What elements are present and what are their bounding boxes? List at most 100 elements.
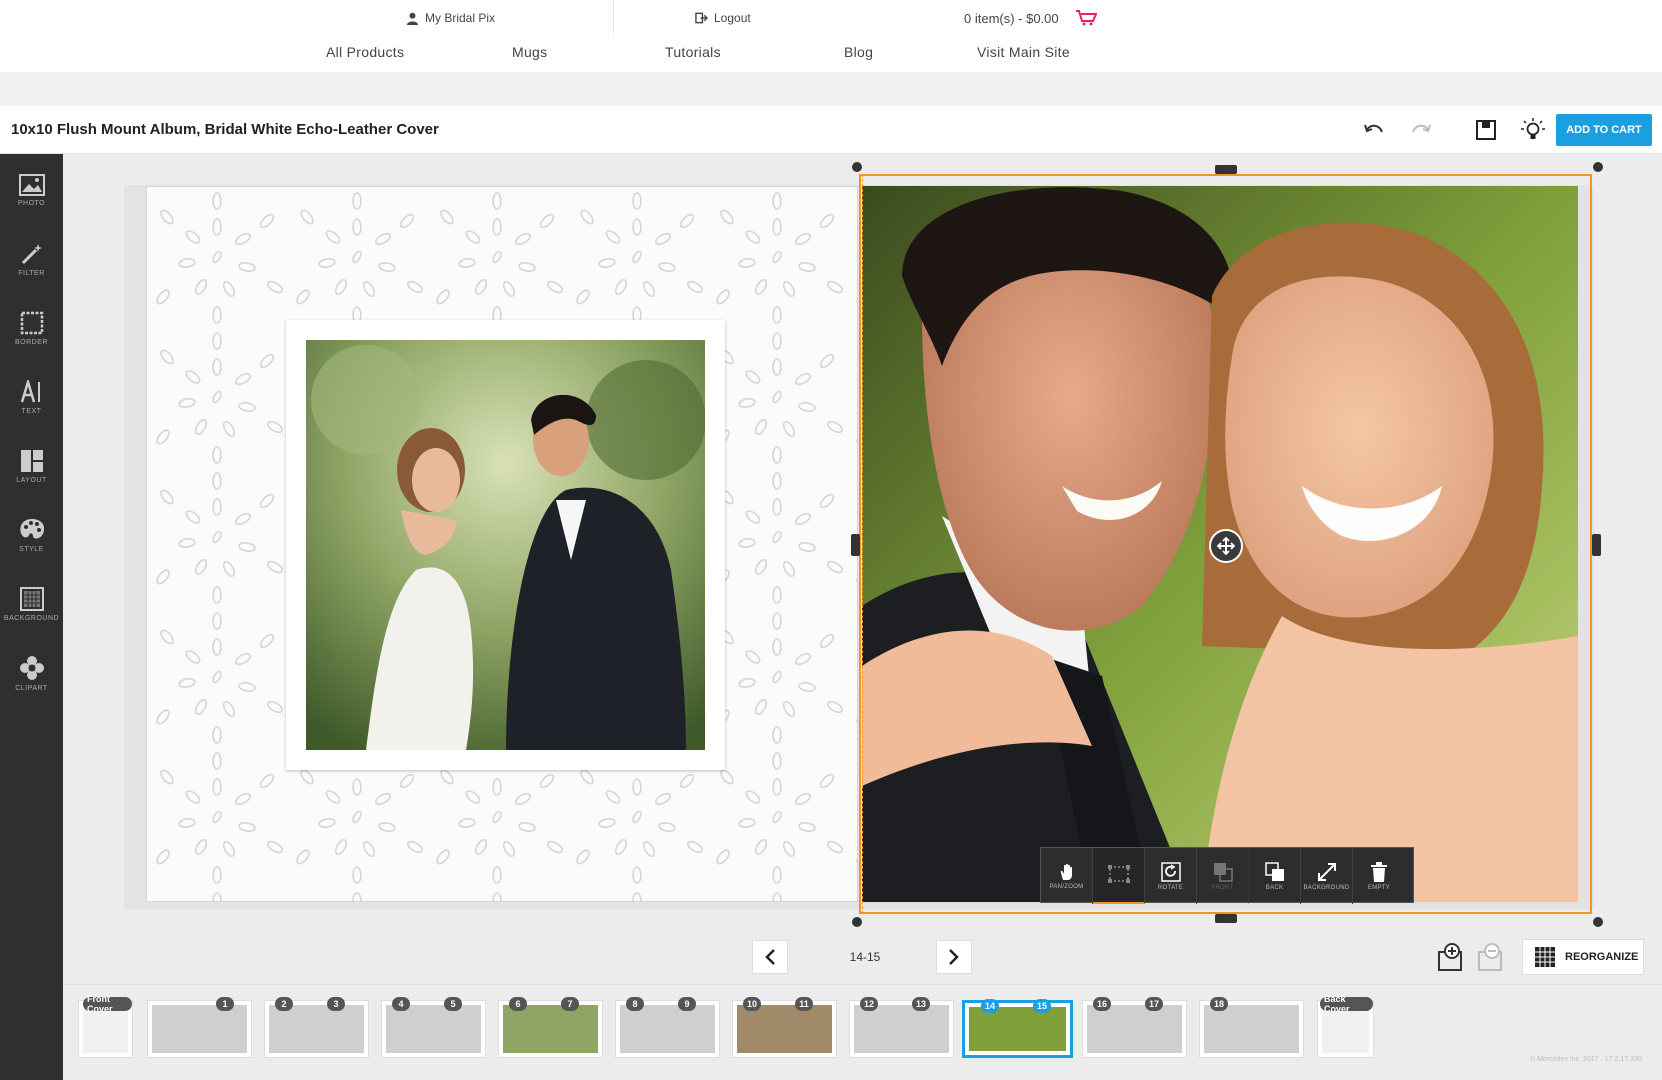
thumbnail-spread-6-7[interactable]: 6 7	[498, 997, 603, 1058]
crop-button[interactable]	[1093, 848, 1145, 904]
couple-photo-left[interactable]	[306, 340, 705, 750]
account-label: My Bridal Pix	[425, 11, 496, 25]
thumb-label: 10	[743, 997, 762, 1011]
resize-handle-br[interactable]	[1593, 917, 1603, 927]
thumbnail-spread-16-17[interactable]: 16 17	[1082, 997, 1187, 1058]
thumb-preview	[620, 1005, 715, 1053]
thumb-preview	[503, 1005, 598, 1053]
next-page-button[interactable]	[936, 940, 972, 974]
redo-button[interactable]	[1407, 116, 1435, 144]
tool-style[interactable]: STYLE	[0, 504, 63, 566]
send-back-button[interactable]: BACK	[1249, 848, 1301, 904]
nav-all-products[interactable]: All Products	[326, 44, 404, 60]
empty-button[interactable]: EMPTY	[1353, 848, 1405, 904]
resize-handle-bl[interactable]	[852, 917, 862, 927]
layout-icon	[20, 449, 43, 472]
thumb-label: 18	[1210, 997, 1229, 1011]
resize-handle-bottom[interactable]	[1215, 914, 1237, 923]
editor-title-bar: 10x10 Flush Mount Album, Bridal White Ec…	[0, 106, 1662, 154]
thumbnail-back-cover[interactable]: Back Cover	[1317, 994, 1374, 1058]
undo-button[interactable]	[1360, 116, 1388, 144]
tool-clipart[interactable]: CLIPART	[0, 642, 63, 704]
thumb-preview	[152, 1005, 247, 1053]
account-link[interactable]: My Bridal Pix	[406, 8, 495, 28]
tool-label: LAYOUT	[16, 476, 47, 484]
save-button[interactable]	[1472, 116, 1500, 144]
thumb-label: 2	[275, 997, 293, 1011]
pt-label: PAN/ZOOM	[1049, 883, 1084, 890]
reorganize-label: REORGANIZE	[1565, 951, 1639, 963]
border-icon	[20, 311, 43, 334]
thumb-preview	[1087, 1005, 1182, 1053]
thumb-label: 12	[860, 997, 879, 1011]
chevron-left-icon	[765, 949, 775, 965]
user-icon	[406, 12, 419, 25]
nav-visit-main-site[interactable]: Visit Main Site	[977, 44, 1070, 60]
tool-label: STYLE	[19, 545, 44, 553]
grid-icon	[1535, 947, 1555, 967]
thumb-preview	[386, 1005, 481, 1053]
tips-button[interactable]	[1519, 116, 1547, 144]
thumbnail-spread-10-11[interactable]: 10 11	[732, 997, 837, 1058]
move-handle[interactable]	[1209, 529, 1243, 563]
nav-tutorials[interactable]: Tutorials	[665, 44, 721, 60]
save-icon	[1476, 120, 1496, 140]
copyright-text: © Mercedes Inc. 2017 · 17.2.17.330	[1530, 1056, 1642, 1063]
pt-label: EMPTY	[1367, 884, 1391, 891]
logout-label: Logout	[714, 11, 751, 25]
fill-background-button[interactable]: BACKGROUND	[1301, 848, 1353, 904]
thumb-preview	[969, 1007, 1066, 1051]
hand-icon	[1060, 863, 1072, 880]
thumbnail-page-18[interactable]: 18	[1199, 997, 1304, 1058]
thumbnail-spread-14-15[interactable]: 14 15	[962, 999, 1073, 1058]
thumb-label: Back Cover	[1320, 994, 1373, 1014]
nav-mugs[interactable]: Mugs	[512, 44, 547, 60]
logout-icon	[695, 12, 708, 24]
add-to-cart-button[interactable]: ADD TO CART	[1556, 114, 1652, 146]
tool-text[interactable]: TEXT	[0, 366, 63, 428]
thumb-label: 6	[509, 997, 527, 1011]
thumb-label: 17	[1145, 997, 1164, 1011]
photo-edit-toolbar: PAN/ZOOM ROTATE FRONT BACK BACKGROUND EM…	[1040, 847, 1414, 904]
rotate-button[interactable]: ROTATE	[1145, 848, 1197, 904]
thumb-label: 9	[678, 997, 696, 1011]
thumbnail-spread-4-5[interactable]: 4 5	[381, 997, 486, 1058]
thumb-preview	[269, 1005, 364, 1053]
cart-link[interactable]: 0 item(s) - $0.00	[964, 8, 1097, 28]
nav-blog[interactable]: Blog	[844, 44, 873, 60]
chevron-right-icon	[949, 949, 959, 965]
thumbnail-spread-8-9[interactable]: 8 9	[615, 997, 720, 1058]
top-bar: My Bridal Pix Logout 0 item(s) - $0.00 A…	[0, 0, 1662, 72]
add-page-button[interactable]	[1434, 940, 1468, 974]
pt-label: FRONT	[1211, 884, 1234, 891]
resize-handle-tl[interactable]	[852, 162, 862, 172]
pan-zoom-button[interactable]: PAN/ZOOM	[1041, 848, 1093, 904]
thumb-preview	[854, 1005, 949, 1053]
pt-label: BACKGROUND	[1303, 884, 1350, 891]
thumbnail-spread-2-3[interactable]: 2 3	[264, 997, 369, 1058]
tool-sidebar: PHOTO FILTER BORDER TEXT LAYOUT STYLE BA…	[0, 154, 63, 1080]
resize-handle-top[interactable]	[1215, 165, 1237, 174]
thumbnail-front-cover[interactable]: Front Cover	[78, 994, 133, 1058]
tool-border[interactable]: BORDER	[0, 297, 63, 359]
pt-label: ROTATE	[1157, 884, 1184, 891]
remove-page-button[interactable]	[1474, 940, 1508, 974]
prev-page-button[interactable]	[752, 940, 788, 974]
page-indicator: 14-15	[849, 950, 881, 964]
bring-front-button[interactable]: FRONT	[1197, 848, 1249, 904]
thumbnail-page-1[interactable]: 1	[147, 997, 252, 1058]
tool-photo[interactable]: PHOTO	[0, 159, 63, 221]
tool-label: CLIPART	[15, 684, 48, 692]
tool-filter[interactable]: FILTER	[0, 228, 63, 290]
tool-label: TEXT	[21, 407, 42, 415]
bring-front-icon	[1213, 862, 1233, 882]
resize-handle-left[interactable]	[851, 534, 860, 556]
lightbulb-icon	[1521, 118, 1545, 139]
thumbnail-spread-12-13[interactable]: 12 13	[849, 997, 954, 1058]
resize-handle-right[interactable]	[1592, 534, 1601, 556]
tool-layout[interactable]: LAYOUT	[0, 435, 63, 497]
logout-link[interactable]: Logout	[695, 8, 751, 28]
tool-background[interactable]: BACKGROUND	[0, 573, 63, 635]
reorganize-button[interactable]: REORGANIZE	[1522, 939, 1644, 975]
resize-handle-tr[interactable]	[1593, 162, 1603, 172]
